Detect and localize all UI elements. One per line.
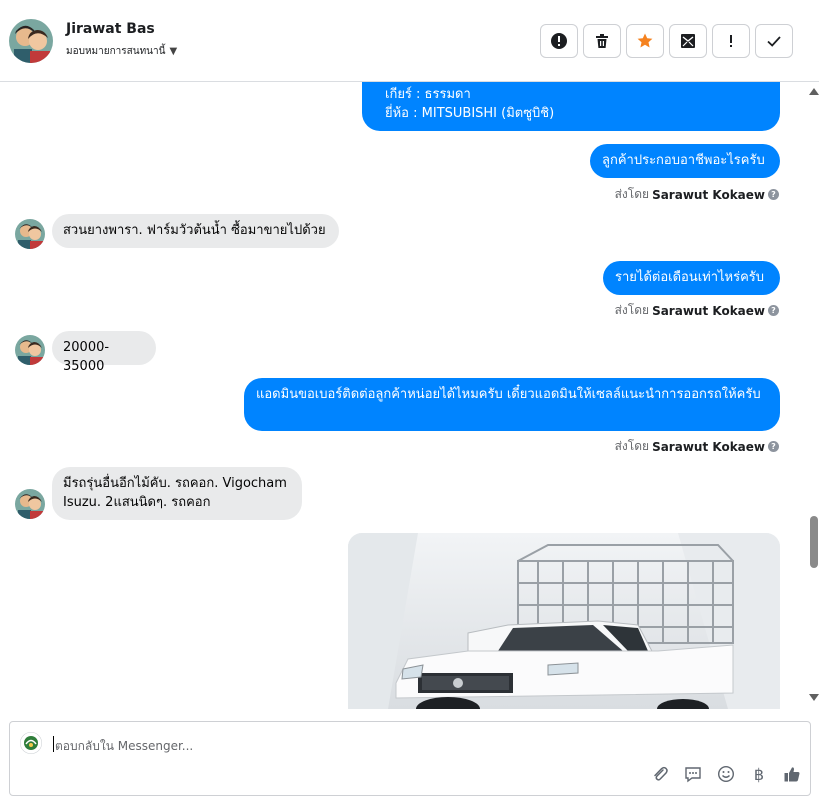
contact-avatar[interactable] xyxy=(9,19,53,63)
contact-avatar xyxy=(15,335,45,365)
text-cursor xyxy=(53,736,54,752)
sent-by-label: ส่งโดย Sarawut Kokaew ? xyxy=(615,185,779,204)
sent-by-prefix: ส่งโดย xyxy=(614,439,650,453)
caret-down-icon: ▼ xyxy=(169,46,178,57)
conversation-header: Jirawat Bas มอบหมายการสนทนานี้ ▼ xyxy=(0,0,819,82)
scrollbar-thumb[interactable] xyxy=(810,516,818,568)
reply-composer[interactable]: ตอบกลับใน Messenger... ฿ xyxy=(9,721,811,796)
message-outgoing: เกียร์ : ธรรมดา ยี่ห้อ : MITSUBISHI (มิต… xyxy=(362,82,780,131)
help-icon[interactable]: ? xyxy=(768,189,779,200)
message-thread: เกียร์ : ธรรมดา ยี่ห้อ : MITSUBISHI (มิต… xyxy=(0,82,808,709)
star-button[interactable] xyxy=(626,24,664,58)
baht-icon[interactable]: ฿ xyxy=(749,764,769,784)
image-attachment[interactable] xyxy=(348,533,780,709)
message-outgoing: ลูกค้าประกอบอาชีพอะไรครับ xyxy=(590,144,780,178)
message-line: ยี่ห้อ : MITSUBISHI (มิตซูบิชิ) xyxy=(385,106,555,121)
page-avatar xyxy=(20,732,42,754)
emoji-icon[interactable] xyxy=(716,764,736,784)
contact-avatar xyxy=(15,219,45,249)
message-outgoing: รายได้ต่อเดือนเท่าไหร่ครับ xyxy=(603,261,780,295)
assign-label: มอบหมายการสนทนานี้ xyxy=(66,46,166,57)
scrollbar[interactable] xyxy=(808,82,819,709)
assign-conversation-dropdown[interactable]: มอบหมายการสนทนานี้ ▼ xyxy=(66,44,177,59)
message-incoming: มีรถรุ่นอื่นอีกไม้คับ. รถคอก. Vigocham I… xyxy=(52,467,302,520)
envelope-icon xyxy=(681,34,695,48)
message-line: เกียร์ : ธรรมดา xyxy=(385,87,471,102)
help-icon[interactable]: ? xyxy=(768,441,779,452)
message-outgoing: แอดมินขอเบอร์ติดต่อลูกค้าหน่อยได้ไหมครับ… xyxy=(244,378,780,431)
pickup-truck-photo xyxy=(348,533,780,709)
conversation-actions xyxy=(540,24,793,58)
delete-button[interactable] xyxy=(583,24,621,58)
sent-by-agent[interactable]: Sarawut Kokaew xyxy=(652,304,765,318)
exclamation-icon xyxy=(730,35,732,47)
contact-name[interactable]: Jirawat Bas xyxy=(66,21,155,37)
thumbs-up-icon[interactable] xyxy=(782,764,802,784)
composer-toolbar: ฿ xyxy=(650,764,802,784)
paperclip-icon[interactable] xyxy=(650,764,670,784)
scroll-down-arrow-icon[interactable] xyxy=(809,694,819,701)
mark-spam-button[interactable] xyxy=(540,24,578,58)
sent-by-prefix: ส่งโดย xyxy=(614,303,650,317)
saved-reply-icon[interactable] xyxy=(683,764,703,784)
check-icon xyxy=(767,36,781,47)
sent-by-agent[interactable]: Sarawut Kokaew xyxy=(652,188,765,202)
alert-circle-icon xyxy=(551,33,567,49)
message-incoming: 20000-35000 xyxy=(52,331,156,374)
sent-by-label: ส่งโดย Sarawut Kokaew ? xyxy=(615,301,779,320)
follow-up-button[interactable] xyxy=(712,24,750,58)
reply-input[interactable]: ตอบกลับใน Messenger... xyxy=(55,737,193,756)
mark-done-button[interactable] xyxy=(755,24,793,58)
sent-by-agent[interactable]: Sarawut Kokaew xyxy=(652,440,765,454)
help-icon[interactable]: ? xyxy=(768,305,779,316)
scroll-up-arrow-icon[interactable] xyxy=(809,88,819,95)
contact-avatar xyxy=(15,489,45,519)
trash-icon xyxy=(596,34,608,48)
star-icon xyxy=(637,33,653,48)
mark-unread-button[interactable] xyxy=(669,24,707,58)
message-incoming: สวนยางพารา. ฟาร์มวัวต้นน้ำ ซื้อมาขายไปด้… xyxy=(52,214,339,248)
sent-by-prefix: ส่งโดย xyxy=(614,187,650,201)
sent-by-label: ส่งโดย Sarawut Kokaew ? xyxy=(615,437,779,456)
